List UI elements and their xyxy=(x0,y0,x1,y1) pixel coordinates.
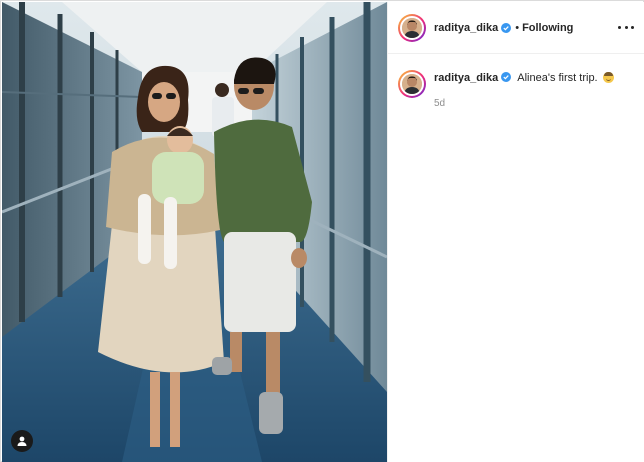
avatar-portrait xyxy=(402,17,422,38)
separator-dot: • xyxy=(515,21,520,34)
avatar[interactable] xyxy=(398,13,426,42)
caption-avatar-portrait xyxy=(402,74,422,94)
post-photo[interactable] xyxy=(2,2,387,462)
user-tag-icon[interactable] xyxy=(11,430,33,452)
caption-text: Alinea's first trip. xyxy=(517,72,598,84)
more-dot xyxy=(624,25,628,29)
caption-body: raditya_dika Alinea's first trip. 5d xyxy=(434,70,614,111)
verified-badge-icon xyxy=(501,22,512,33)
more-options-icon[interactable] xyxy=(618,22,634,32)
post-header: raditya_dika • Following xyxy=(388,2,644,54)
caption-avatar-image xyxy=(400,72,424,96)
post-side-panel: raditya_dika • Following raditya_dika Al… xyxy=(387,2,644,462)
verified-badge-icon xyxy=(501,72,512,82)
post-caption: raditya_dika Alinea's first trip. 5d xyxy=(388,54,644,111)
more-dot xyxy=(618,25,621,29)
avatar-image xyxy=(400,15,424,40)
more-dot xyxy=(631,25,634,29)
jet-bridge-family-photo xyxy=(2,2,387,462)
following-button[interactable]: Following xyxy=(522,22,573,34)
post-timestamp[interactable]: 5d xyxy=(434,97,614,111)
baby-face-emoji-icon xyxy=(602,72,614,83)
user-tag-glyph xyxy=(17,436,27,446)
caption-avatar[interactable] xyxy=(398,70,426,98)
post-author-username[interactable]: raditya_dika xyxy=(434,22,498,34)
post-modal: raditya_dika • Following raditya_dika Al… xyxy=(0,0,644,462)
caption-username[interactable]: raditya_dika xyxy=(434,72,498,84)
